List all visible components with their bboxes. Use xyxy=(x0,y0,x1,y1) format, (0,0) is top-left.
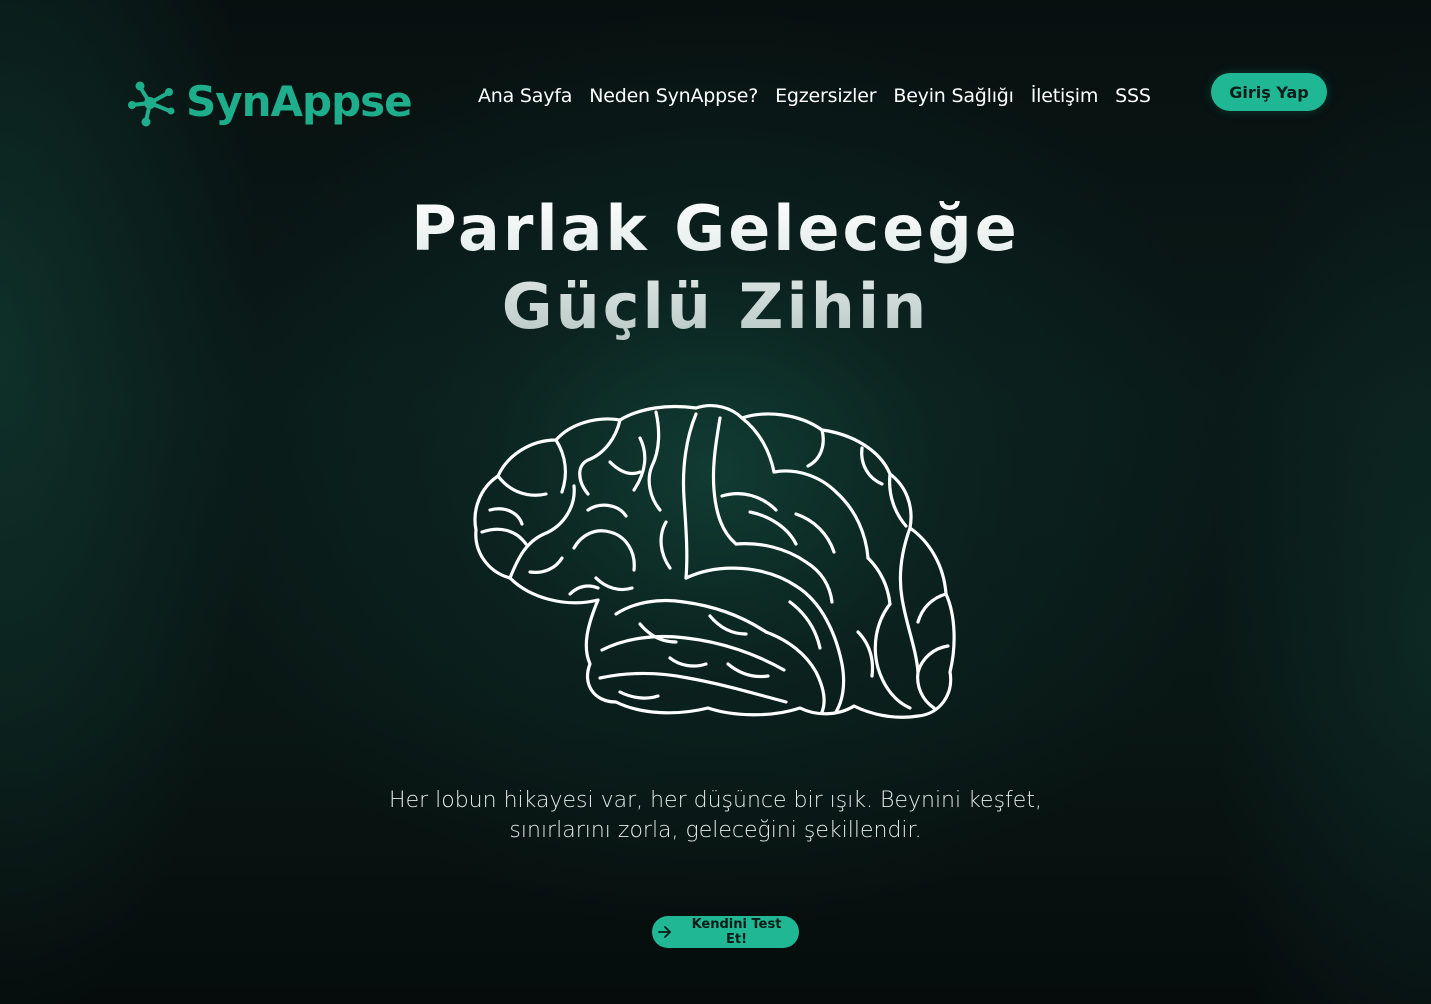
tagline-line-1: Her lobun hikayesi var, her düşünce bir … xyxy=(389,788,1042,813)
nav-item-contact[interactable]: İletişim xyxy=(1031,85,1099,107)
nav-item-brain-health[interactable]: Beyin Sağlığı xyxy=(893,85,1014,107)
arrow-right-icon xyxy=(658,926,672,938)
nav-item-why-synappse[interactable]: Neden SynAppse? xyxy=(589,85,758,107)
hero-title-line-2: Güçlü Zihin xyxy=(501,270,930,343)
hero-title-line-1: Parlak Geleceğe xyxy=(411,192,1020,265)
nav-item-exercises[interactable]: Egzersizler xyxy=(775,85,876,107)
hero-title: Parlak Geleceğe Güçlü Zihin xyxy=(0,190,1431,346)
nav-item-faq[interactable]: SSS xyxy=(1115,85,1151,107)
logo[interactable]: SynAppse xyxy=(128,72,413,132)
nav-item-home[interactable]: Ana Sayfa xyxy=(478,85,572,107)
test-yourself-button[interactable]: Kendini Test Et! xyxy=(652,916,799,948)
cta-label: Kendini Test Et! xyxy=(691,917,782,947)
tagline-line-2: sınırlarını zorla, geleceğini şekillendi… xyxy=(509,818,922,843)
login-button[interactable]: Giriş Yap xyxy=(1211,73,1327,111)
logo-text: SynAppse xyxy=(186,77,413,126)
main-nav: Ana Sayfa Neden SynAppse? Egzersizler Be… xyxy=(478,82,1151,110)
brain-outline-icon xyxy=(470,402,962,720)
hero-tagline: Her lobun hikayesi var, her düşünce bir … xyxy=(0,786,1431,846)
molecule-network-icon xyxy=(128,77,178,127)
